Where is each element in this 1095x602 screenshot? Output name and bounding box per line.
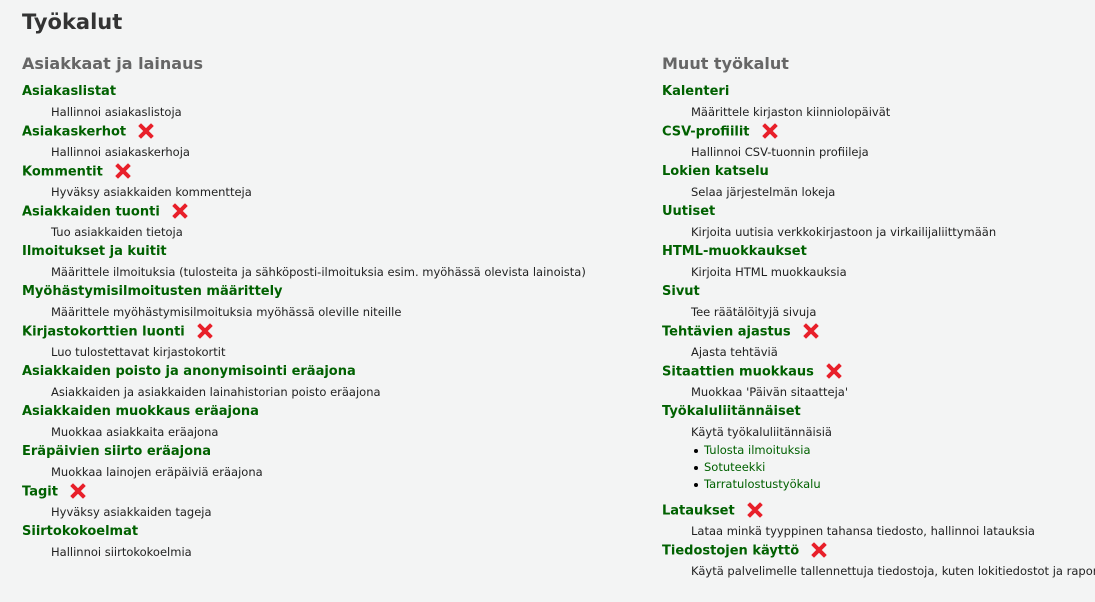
tool-description: Ajasta tehtäviä: [691, 345, 778, 359]
red-x-mark-icon: [826, 363, 842, 379]
tool-link-kirjastokorttien-luonti[interactable]: Kirjastokorttien luonti: [22, 325, 185, 340]
tool-list: Kalenteri Määrittele kirjaston kiinniolop…: [662, 82, 1095, 581]
tool-link-erapaivien-siirto-eraajona[interactable]: Eräpäivien siirto eräajona: [22, 444, 211, 459]
red-x-mark-icon: [761, 123, 778, 139]
tool-item-tagit: Tagit: [22, 482, 622, 502]
tool-description: Lataa minkä tyyppinen tahansa tiedosto, …: [691, 524, 1035, 538]
tool-item-asiakaslistat: Asiakaslistat: [22, 82, 622, 102]
tool-description: Tuo asiakkaiden tietoja: [51, 225, 183, 239]
tool-link-tyokaluliitannaiset[interactable]: Työkaluliitännäiset: [662, 404, 801, 419]
tool-description: Hyväksy asiakkaiden kommentteja: [51, 185, 252, 199]
tool-item-asiakaskerhot: Asiakaskerhot: [22, 122, 622, 142]
tool-link-lataukset[interactable]: Lataukset: [662, 504, 735, 519]
plugin-list-item: Tarratulostustyökalu: [694, 476, 1087, 493]
tool-item-asiakkaiden-poisto-ja-anonymisointi-eraajona: Asiakkaiden poisto ja anonymisointi eräa…: [22, 362, 622, 382]
tool-item-lataukset: Lataukset: [662, 501, 1087, 521]
tool-link-asiakaskerhot[interactable]: Asiakaskerhot: [22, 125, 126, 140]
red-x-mark-icon: [115, 163, 131, 179]
red-x-mark-icon: [747, 502, 763, 518]
section-heading-patrons: Asiakkaat ja lainaus: [22, 54, 203, 73]
tool-item-tiedostojen-kaytto: Tiedostojen käyttö: [662, 541, 1087, 561]
tool-link-html-muokkaukset[interactable]: HTML-muokkaukset: [662, 244, 807, 259]
tool-list: Asiakaslistat Hallinnoi asiakaslistoja Asi…: [22, 82, 622, 562]
tool-link-sitaattien-muokkaus[interactable]: Sitaattien muokkaus: [662, 365, 814, 380]
tool-link-sivut[interactable]: Sivut: [662, 284, 700, 299]
tool-description: Selaa järjestelmän lokeja: [691, 185, 836, 199]
tool-item-erapaivien-siirto-eraajona: Eräpäivien siirto eräajona: [22, 442, 622, 462]
plugin-link-tulosta-ilmoituksia[interactable]: Tulosta ilmoituksia: [704, 443, 811, 457]
tool-description: Hallinnoi siirtokokoelmia: [51, 545, 192, 559]
plugin-list-item: Sotuteekki: [694, 459, 1087, 476]
tool-link-kalenteri[interactable]: Kalenteri: [662, 84, 729, 99]
red-x-mark-icon: [803, 323, 819, 339]
tool-item-lokien-katselu: Lokien katselu: [662, 162, 1087, 182]
red-x-mark-icon: [172, 203, 188, 219]
red-x-mark-icon: [138, 123, 154, 139]
tool-item-ilmoitukset-ja-kuitit: Ilmoitukset ja kuitit: [22, 242, 622, 262]
tool-description: Käytä työkaluliitännäisiä: [691, 425, 832, 439]
tool-description: Kirjoita uutisia verkkokirjastoon ja vir…: [691, 225, 997, 239]
tool-link-asiakaslistat[interactable]: Asiakaslistat: [22, 84, 116, 99]
tool-item-tehtavien-ajastus: Tehtävien ajastus: [662, 322, 1087, 342]
red-x-mark-icon: [811, 542, 827, 558]
tool-description: Kirjoita HTML muokkauksia: [691, 265, 847, 279]
tool-description: Hallinnoi asiakaskerhoja: [51, 145, 190, 159]
other-tools-column: Muut työkalut Kalenteri Määrittele kirjas…: [662, 54, 1095, 581]
tool-link-kommentit[interactable]: Kommentit: [22, 165, 103, 180]
tool-link-tagit[interactable]: Tagit: [22, 485, 58, 500]
tool-description: Muokkaa lainojen eräpäiviä eräajona: [51, 465, 263, 479]
tool-link-csv-profiilit[interactable]: CSV-profiilit: [662, 125, 750, 140]
tool-description: Tee räätälöityjä sivuja: [691, 305, 817, 319]
tool-link-asiakkaiden-poisto-ja-anonymisointi-eraajona[interactable]: Asiakkaiden poisto ja anonymisointi eräa…: [22, 364, 356, 379]
red-x-mark-icon: [70, 483, 86, 499]
plugin-link-sotuteekki[interactable]: Sotuteekki: [704, 460, 765, 474]
tool-item-sitaattien-muokkaus: Sitaattien muokkaus: [662, 362, 1087, 382]
tool-description: Hyväksy asiakkaiden tageja: [51, 505, 212, 519]
tool-item-sivut: Sivut: [662, 282, 1087, 302]
tool-link-siirtokokoelmat[interactable]: Siirtokokoelmat: [22, 524, 138, 539]
tool-item-csv-profiilit: CSV-profiilit: [662, 122, 1087, 142]
tool-link-uutiset[interactable]: Uutiset: [662, 204, 715, 219]
section-heading-other-tools: Muut työkalut: [662, 54, 789, 73]
tool-description: Asiakkaiden ja asiakkaiden lainahistoria…: [51, 385, 381, 399]
tool-link-asiakkaiden-muokkaus-eraajona[interactable]: Asiakkaiden muokkaus eräajona: [22, 404, 259, 419]
tool-link-tehtavien-ajastus[interactable]: Tehtävien ajastus: [662, 325, 791, 340]
tool-item-kalenteri: Kalenteri: [662, 82, 1087, 102]
tool-description: Muokkaa 'Päivän sitaatteja': [691, 385, 849, 399]
tool-item-asiakkaiden-tuonti: Asiakkaiden tuonti: [22, 202, 622, 222]
red-x-mark-icon: [197, 323, 213, 339]
plugin-list: Tulosta ilmoituksia Sotuteekki Tarratulost…: [662, 442, 1087, 493]
tool-link-asiakkaiden-tuonti[interactable]: Asiakkaiden tuonti: [22, 205, 160, 220]
tool-description: Luo tulostettavat kirjastokortit: [51, 345, 226, 359]
tool-item-kirjastokorttien-luonti: Kirjastokorttien luonti: [22, 322, 622, 342]
tool-item-uutiset: Uutiset: [662, 202, 1087, 222]
tool-link-tiedostojen-kaytto[interactable]: Tiedostojen käyttö: [662, 544, 799, 559]
tool-link-ilmoitukset-ja-kuitit[interactable]: Ilmoitukset ja kuitit: [22, 244, 167, 259]
patrons-circulation-column: Asiakkaat ja lainaus Asiakaslistat Hallin…: [22, 54, 622, 562]
tool-link-lokien-katselu[interactable]: Lokien katselu: [662, 164, 769, 179]
plugin-list-item: Tulosta ilmoituksia: [694, 442, 1087, 459]
tool-description: Määrittele myöhästymisilmoituksia myöhäs…: [51, 305, 402, 319]
tool-description: Määrittele kirjaston kiinniolopäivät: [691, 105, 891, 119]
tool-item-tyokaluliitannaiset: Työkaluliitännäiset: [662, 402, 1087, 422]
tool-description: Hallinnoi CSV-tuonnin profiileja: [691, 145, 869, 159]
tool-item-myohastymisilmoitusten-maarittely: Myöhästymisilmoitusten määrittely: [22, 282, 622, 302]
tool-link-myohastymisilmoitusten-maarittely[interactable]: Myöhästymisilmoitusten määrittely: [22, 284, 283, 299]
tool-description: Käytä palvelimelle tallennettuja tiedost…: [691, 564, 1095, 578]
tool-item-html-muokkaukset: HTML-muokkaukset: [662, 242, 1087, 262]
tool-description: Hallinnoi asiakaslistoja: [51, 105, 182, 119]
tool-item-siirtokokoelmat: Siirtokokoelmat: [22, 522, 622, 542]
tool-description: Muokkaa asiakkaita eräajona: [51, 425, 219, 439]
tool-item-kommentit: Kommentit: [22, 162, 622, 182]
page-title: Työkalut: [22, 10, 123, 34]
plugin-link-tarratulostustyokalu[interactable]: Tarratulostustyökalu: [704, 477, 821, 491]
tool-item-asiakkaiden-muokkaus-eraajona: Asiakkaiden muokkaus eräajona: [22, 402, 622, 422]
tool-description: Määrittele ilmoituksia (tulosteita ja sä…: [51, 265, 586, 279]
